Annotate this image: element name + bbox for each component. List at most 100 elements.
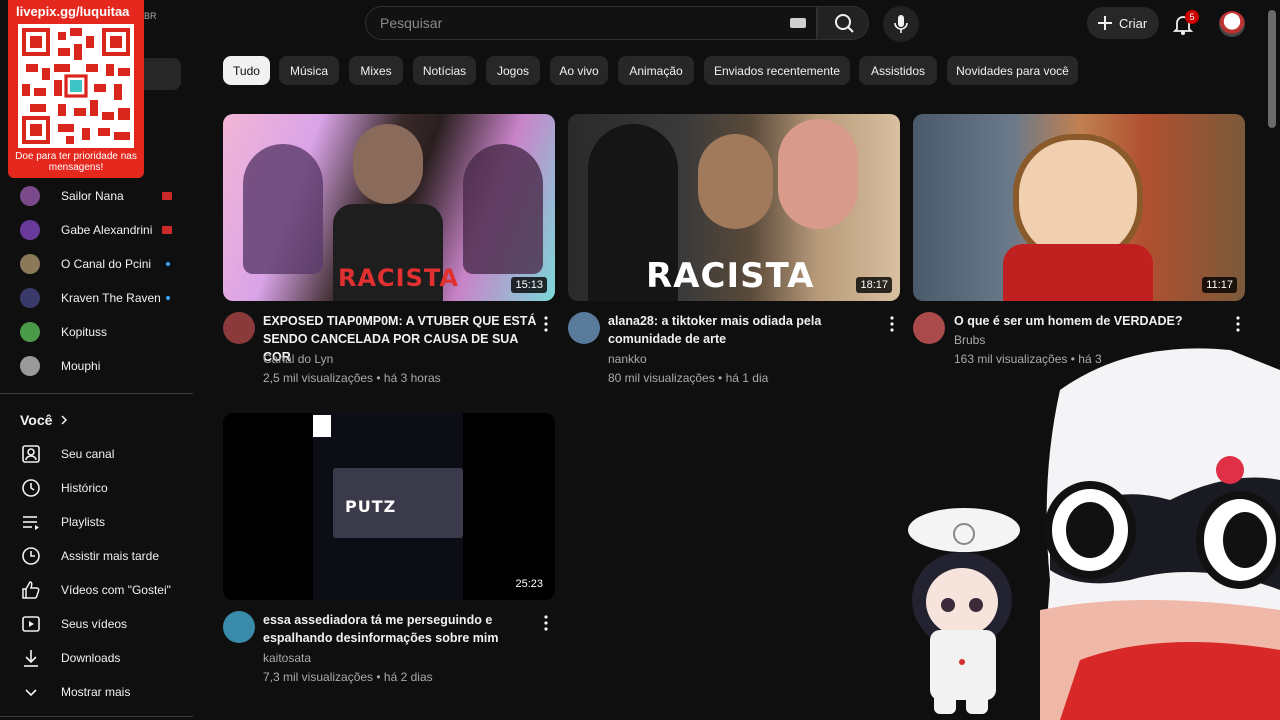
plus-icon: [1098, 16, 1112, 30]
sidebar-item-label: Downloads: [61, 651, 121, 665]
subscription-item[interactable]: Mouphi: [20, 354, 180, 378]
chip-mixes[interactable]: Mixes: [349, 56, 403, 85]
notification-count-badge: 5: [1185, 10, 1199, 24]
channel-avatar: [20, 220, 40, 240]
download-icon: [24, 650, 38, 667]
vtuber-art: [463, 144, 543, 274]
sidebar-item-label: Playlists: [61, 515, 106, 529]
channel-name[interactable]: kaitosata: [263, 651, 311, 665]
region-code: BR: [144, 11, 157, 21]
sidebar-item-label: Assistir mais tarde: [61, 549, 160, 563]
video-thumbnail[interactable]: RACISTA 18:17: [568, 114, 900, 301]
sidebar-divider: [0, 716, 193, 717]
view-count: 7,3 mil visualizações: [263, 670, 374, 684]
subscription-name: Sailor Nana: [61, 189, 124, 203]
person-photo: [778, 119, 858, 229]
you-section-header[interactable]: Você: [20, 412, 68, 428]
clock-icon: [22, 547, 40, 565]
more-options-icon[interactable]: [540, 315, 552, 333]
sidebar-item-history[interactable]: Histórico: [20, 476, 180, 500]
video-duration: 11:17: [1202, 277, 1237, 293]
video-icon: [22, 616, 40, 632]
account-avatar[interactable]: [1219, 11, 1245, 37]
create-button[interactable]: Criar: [1087, 7, 1159, 39]
video-meta: 80 mil visualizações • há 1 dia: [608, 371, 769, 385]
subscription-item[interactable]: Gabe Alexandrini: [20, 218, 180, 242]
person-icon: [22, 445, 40, 463]
streamer-avatar-overlay: [908, 348, 1280, 720]
sidebar-item-playlists[interactable]: Playlists: [20, 510, 180, 534]
chip-animation[interactable]: Animação: [618, 56, 694, 85]
new-content-dot-icon: [166, 296, 170, 300]
subscription-name: O Canal do Pcini: [61, 257, 152, 271]
sidebar-item-liked-videos[interactable]: Vídeos com "Gostei": [20, 578, 180, 602]
channel-avatar[interactable]: [223, 312, 255, 344]
sidebar-item-label: Seu canal: [61, 447, 115, 461]
view-count: 2,5 mil visualizações: [263, 371, 374, 385]
more-options-icon[interactable]: [886, 315, 898, 333]
voice-search-button[interactable]: [883, 6, 919, 42]
sidebar-item-your-videos[interactable]: Seus vídeos: [20, 612, 180, 636]
subscription-item[interactable]: Kopituss: [20, 320, 180, 344]
create-label: Criar: [1119, 15, 1148, 31]
live-indicator-icon: [162, 226, 172, 234]
donation-qr-overlay: livepix.gg/luquitaa Doe para ter priorid…: [8, 0, 144, 178]
thumbs-up-icon: [22, 581, 40, 599]
channel-avatar: [20, 186, 40, 206]
donation-caption: Doe para ter prioridade nas mensagens!: [15, 151, 137, 173]
search-input[interactable]: Pesquisar: [380, 15, 442, 31]
channel-avatar[interactable]: [223, 611, 255, 643]
page-scrollbar[interactable]: [1268, 10, 1276, 128]
search-button[interactable]: [817, 6, 869, 40]
upload-age: há 2 dias: [383, 670, 433, 684]
vtuber-art: [243, 144, 323, 274]
chip-new-to-you[interactable]: Novidades para você: [947, 56, 1078, 85]
new-content-dot-icon: [166, 262, 170, 266]
sidebar-item-your-channel[interactable]: Seu canal: [20, 442, 180, 466]
video-thumbnail[interactable]: RACISTA 15:13: [223, 114, 555, 301]
chevron-down-icon: [25, 689, 37, 697]
more-options-icon[interactable]: [540, 614, 552, 632]
video-duration: 18:17: [856, 277, 892, 293]
sidebar-item-downloads[interactable]: Downloads: [20, 646, 180, 670]
channel-name[interactable]: Canal do Lyn: [263, 352, 333, 366]
you-label: Você: [20, 412, 53, 428]
subscription-item[interactable]: Sailor Nana: [20, 184, 180, 208]
sidebar-item-show-more[interactable]: Mostrar mais: [20, 680, 180, 704]
video-thumbnail[interactable]: 11:17: [913, 114, 1245, 301]
keyboard-icon[interactable]: [790, 18, 806, 28]
chip-recently-uploaded[interactable]: Enviados recentemente: [704, 56, 850, 85]
chip-live[interactable]: Ao vivo: [550, 56, 608, 85]
sidebar-item-label: Mostrar mais: [61, 685, 131, 699]
chip-news[interactable]: Notícias: [413, 56, 476, 85]
channel-avatar: [20, 254, 40, 274]
chip-watched[interactable]: Assistidos: [859, 56, 937, 85]
channel-avatar: [20, 322, 40, 342]
chip-all[interactable]: Tudo: [223, 56, 270, 85]
donation-url: livepix.gg/luquitaa: [16, 4, 130, 19]
search-box[interactable]: Pesquisar: [365, 6, 817, 40]
subscription-item[interactable]: Kraven The Raven: [20, 286, 180, 310]
playlist-icon: [23, 516, 39, 530]
subscription-name: Gabe Alexandrini: [61, 223, 153, 237]
subscription-item[interactable]: O Canal do Pcini: [20, 252, 180, 276]
sidebar-item-label: Histórico: [61, 481, 108, 495]
video-title[interactable]: essa assediadora tá me perseguindo e esp…: [263, 611, 539, 647]
sidebar-divider: [0, 393, 193, 394]
tweet-screenshot: [313, 415, 331, 437]
upload-age: há 3 horas: [383, 371, 441, 385]
sidebar-item-label: Seus vídeos: [61, 617, 128, 631]
chip-music[interactable]: Música: [279, 56, 339, 85]
video-title[interactable]: alana28: a tiktoker mais odiada pela com…: [608, 312, 884, 348]
qr-code-icon: [18, 24, 134, 148]
channel-name[interactable]: nankko: [608, 352, 647, 366]
sidebar-item-watch-later[interactable]: Assistir mais tarde: [20, 544, 180, 568]
chip-games[interactable]: Jogos: [486, 56, 540, 85]
video-title[interactable]: O que é ser um homem de VERDADE?: [954, 312, 1230, 330]
channel-avatar: [20, 288, 40, 308]
sidebar-item-label: Vídeos com "Gostei": [61, 583, 171, 597]
channel-avatar[interactable]: [568, 312, 600, 344]
thumbnail-text: RACISTA: [338, 264, 459, 292]
video-meta: 2,5 mil visualizações • há 3 horas: [263, 371, 441, 385]
video-thumbnail[interactable]: PUTZ 25:23: [223, 413, 555, 600]
